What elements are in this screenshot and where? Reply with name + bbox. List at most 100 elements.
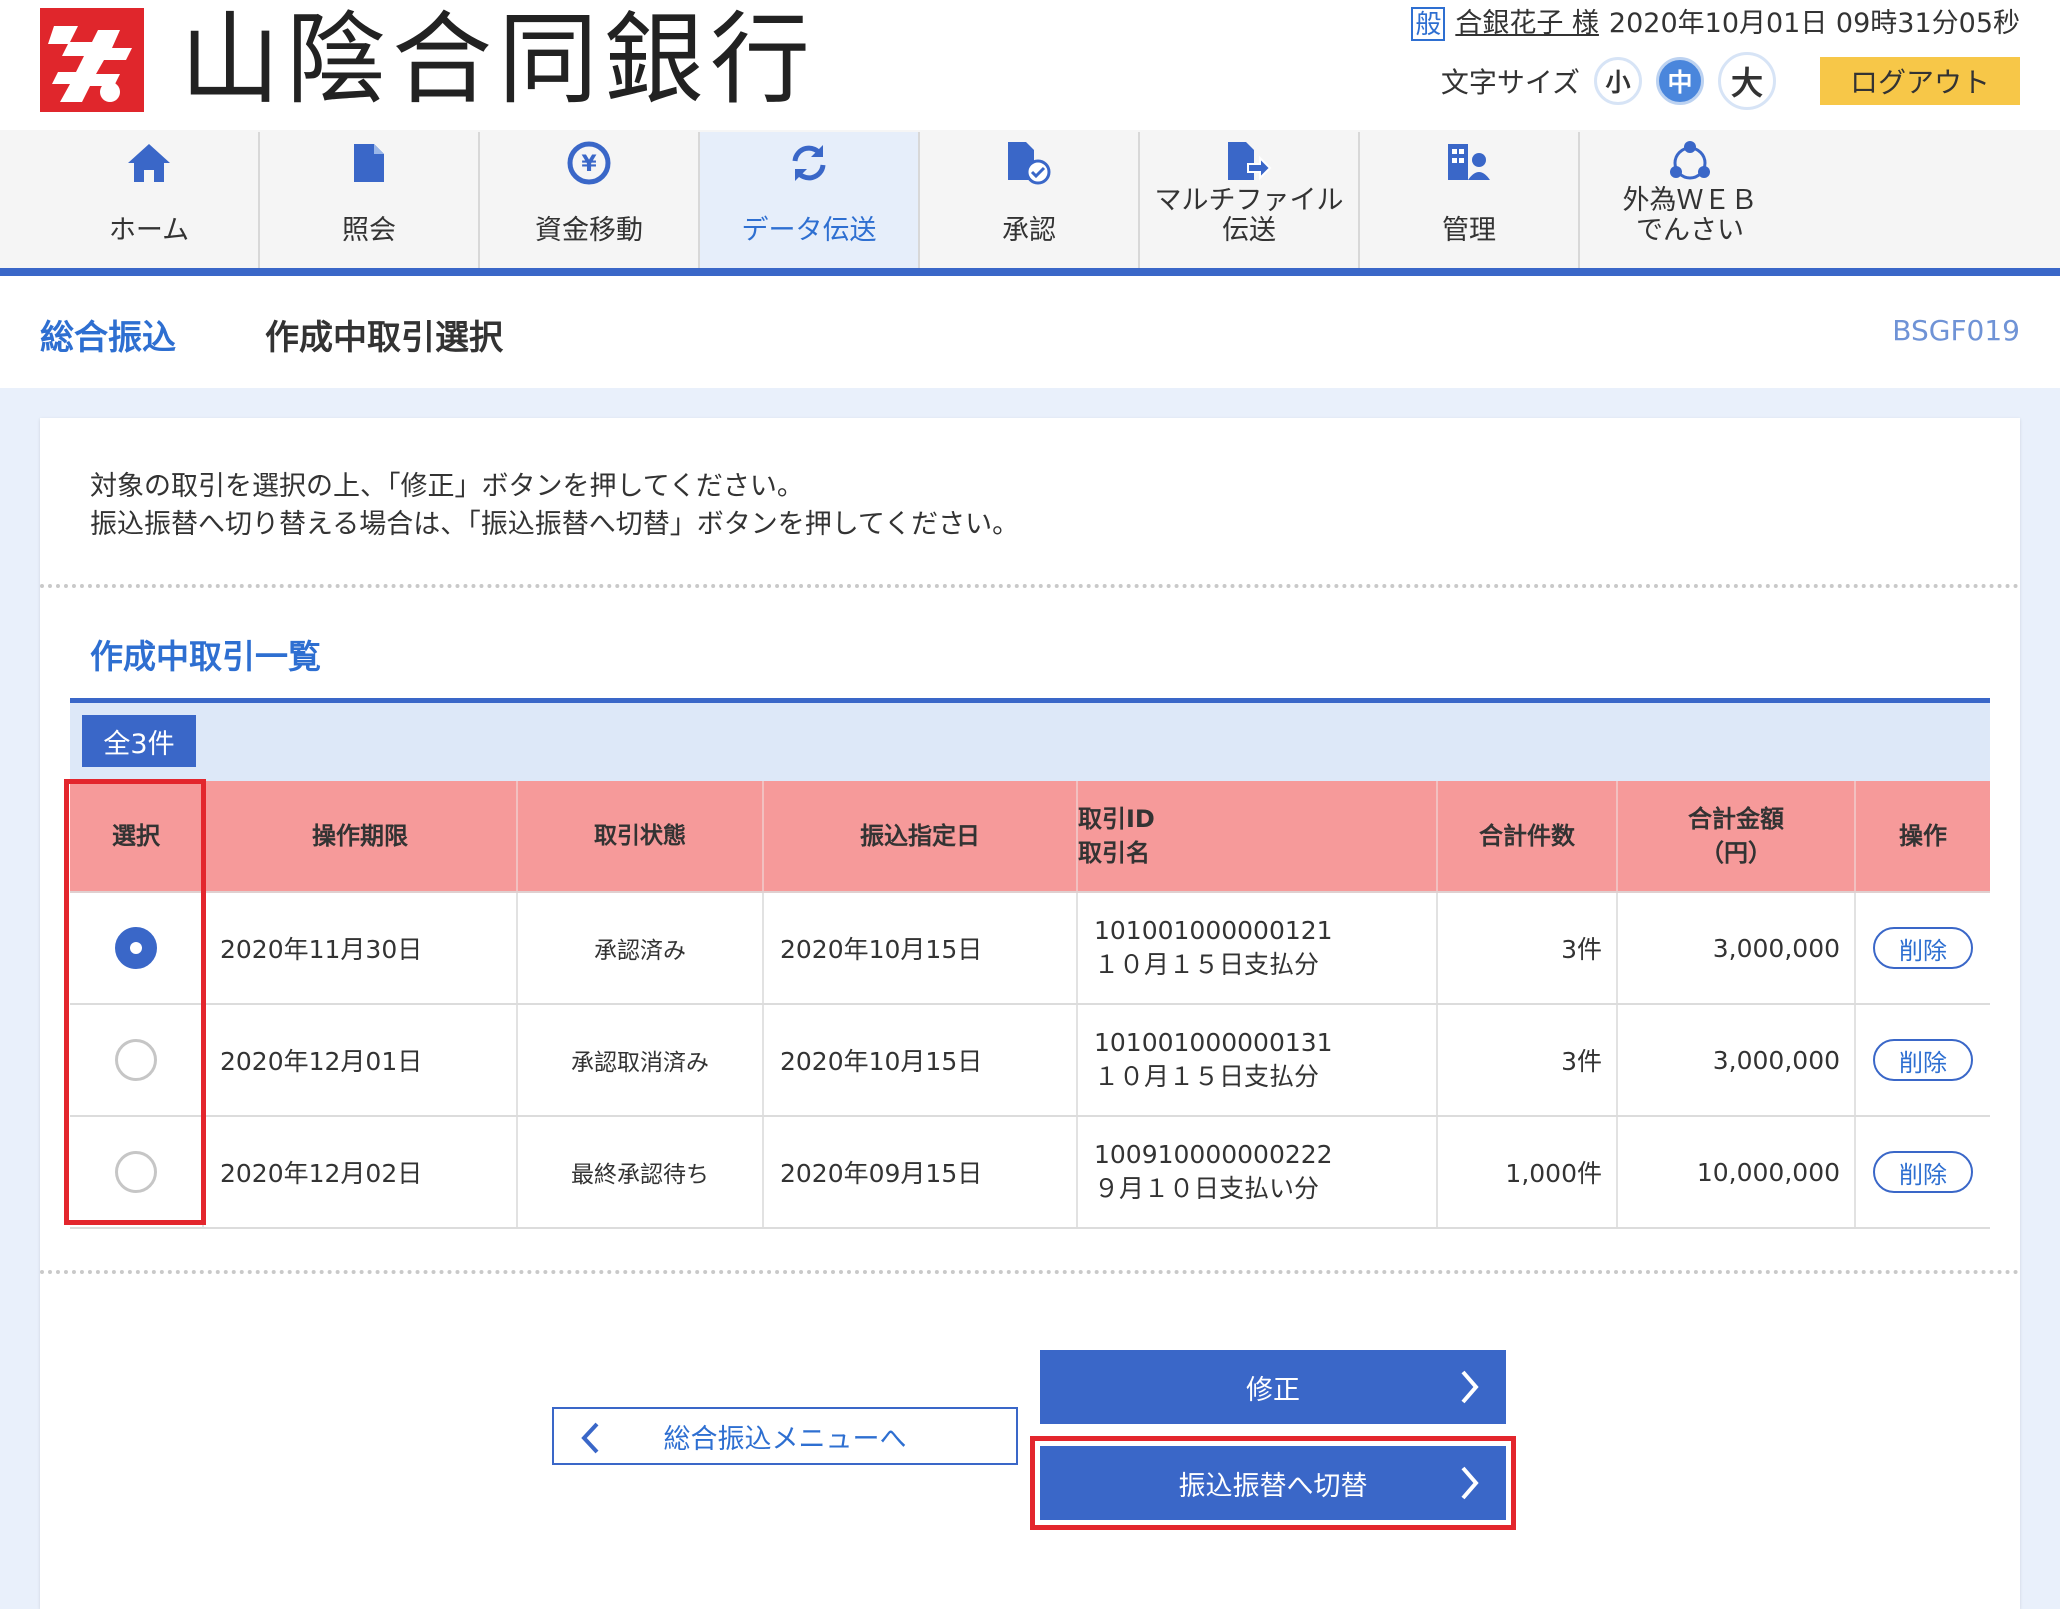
screen-code: BSGF019 <box>1892 314 2020 347</box>
yen-transfer-icon: ¥ <box>565 138 613 188</box>
action-cell: 削除 <box>1856 893 1990 1003</box>
font-size-controls: 文字サイズ 小 中 大 ログアウト <box>1441 52 2020 110</box>
action-cell: 削除 <box>1856 1005 1990 1115</box>
font-size-medium-button[interactable]: 中 <box>1656 57 1704 105</box>
column-header-deadline: 操作期限 <box>204 781 518 891</box>
document-icon <box>352 138 386 188</box>
network-icon <box>1667 138 1713 188</box>
font-size-large-button[interactable]: 大 <box>1718 52 1776 110</box>
total-count-badge: 全3件 <box>82 715 196 767</box>
action-cell: 削除 <box>1856 1117 1990 1227</box>
id-cell: 101001000000121 １０月１５日支払分 <box>1078 893 1438 1003</box>
nav-label: 管理 <box>1442 215 1496 246</box>
global-nav: ホーム 照会 ¥ 資金移動 データ伝送 承認 マルチファイル 伝送 管理 外為Ｗ… <box>40 132 2020 268</box>
bank-logo-icon <box>40 8 144 112</box>
nav-item-fund-transfer[interactable]: ¥ 資金移動 <box>480 132 700 268</box>
file-send-icon <box>1226 138 1272 188</box>
nav-label: データ伝送 <box>741 215 877 246</box>
content-card: 対象の取引を選択の上、「修正」ボタンを押してください。 振込振替へ切り替える場合… <box>40 418 2020 1609</box>
amount-cell: 10,000,000 <box>1618 1117 1856 1227</box>
logout-button[interactable]: ログアウト <box>1820 57 2020 105</box>
count-cell: 3件 <box>1438 1005 1618 1115</box>
table-row: 2020年11月30日 承認済み 2020年10月15日 10100100000… <box>70 893 1990 1005</box>
header: 山陰合同銀行 般 合銀花子 様 2020年10月01日 09時31分05秒 文字… <box>0 0 2060 130</box>
column-header-amount: 合計金額 （円） <box>1618 781 1856 891</box>
date-cell: 2020年09月15日 <box>764 1117 1078 1227</box>
status-cell: 最終承認待ち <box>518 1117 764 1227</box>
date-cell: 2020年10月15日 <box>764 1005 1078 1115</box>
status-cell: 承認済み <box>518 893 764 1003</box>
date-cell: 2020年10月15日 <box>764 893 1078 1003</box>
transaction-name: ９月１０日支払い分 <box>1094 1174 1320 1203</box>
nav-item-data-transmission[interactable]: データ伝送 <box>700 132 920 268</box>
transaction-id: 101001000000121 <box>1094 916 1333 945</box>
nav-item-approval[interactable]: 承認 <box>920 132 1140 268</box>
instruction-line: 対象の取引を選択の上、「修正」ボタンを押してください。 <box>90 471 804 502</box>
nav-item-home[interactable]: ホーム <box>40 132 260 268</box>
nav-item-admin[interactable]: 管理 <box>1360 132 1580 268</box>
divider <box>40 1270 2020 1274</box>
user-type-badge: 般 <box>1411 7 1446 41</box>
nav-label: 資金移動 <box>535 215 643 246</box>
nav-item-multi-file[interactable]: マルチファイル 伝送 <box>1140 132 1360 268</box>
column-header-date: 振込指定日 <box>764 781 1078 891</box>
table-row: 2020年12月01日 承認取消済み 2020年10月15日 101001000… <box>70 1005 1990 1117</box>
status-cell: 承認取消済み <box>518 1005 764 1115</box>
font-size-small-button[interactable]: 小 <box>1594 57 1642 105</box>
nav-label: 承認 <box>1002 215 1056 246</box>
page-title: 作成中取引選択 <box>265 318 503 358</box>
deadline-cell: 2020年12月01日 <box>204 1005 518 1115</box>
nav-label: 外為ＷＥＢ でんさい <box>1622 185 1758 246</box>
row-select-radio[interactable] <box>115 1039 157 1081</box>
column-header-count: 合計件数 <box>1438 781 1618 891</box>
header-line: （円） <box>1700 839 1772 867</box>
row-select-radio[interactable] <box>115 1151 157 1193</box>
count-cell: 3件 <box>1438 893 1618 1003</box>
amount-cell: 3,000,000 <box>1618 1005 1856 1115</box>
page-category: 総合振込 <box>40 318 176 358</box>
header-line: 取引ID <box>1078 805 1155 833</box>
nav-item-forex-densai[interactable]: 外為ＷＥＢ でんさい <box>1580 132 1800 268</box>
user-name-link[interactable]: 合銀花子 様 <box>1455 6 1599 42</box>
delete-button[interactable]: 削除 <box>1873 1039 1973 1081</box>
nav-label: マルチファイル 伝送 <box>1154 185 1344 246</box>
delete-button[interactable]: 削除 <box>1873 1151 1973 1193</box>
column-header-select: 選択 <box>70 781 204 891</box>
id-cell: 100910000000222 ９月１０日支払い分 <box>1078 1117 1438 1227</box>
page-header: 総合振込 作成中取引選択 BSGF019 <box>0 276 2060 388</box>
deadline-cell: 2020年12月02日 <box>204 1117 518 1227</box>
transaction-id: 101001000000131 <box>1094 1028 1333 1057</box>
delete-button[interactable]: 削除 <box>1873 927 1973 969</box>
table-row: 2020年12月02日 最終承認待ち 2020年09月15日 100910000… <box>70 1117 1990 1229</box>
instruction-line: 振込振替へ切り替える場合は、「振込振替へ切替」ボタンを押してください。 <box>90 509 1020 540</box>
transaction-id: 100910000000222 <box>1094 1140 1333 1169</box>
count-bar: 全3件 <box>70 703 1990 781</box>
table-header: 選択 操作期限 取引状態 振込指定日 取引ID 取引名 合計件数 合計金額 （円… <box>70 781 1990 893</box>
column-header-action: 操作 <box>1899 822 1947 850</box>
back-to-menu-button[interactable]: 総合振込メニューへ <box>552 1407 1018 1465</box>
deadline-cell: 2020年11月30日 <box>204 893 518 1003</box>
switch-button-highlight <box>1030 1436 1516 1530</box>
edit-button[interactable]: 修正 <box>1040 1350 1506 1424</box>
select-cell <box>70 1005 204 1115</box>
nav-divider <box>0 268 2060 276</box>
instruction-text: 対象の取引を選択の上、「修正」ボタンを押してください。 振込振替へ切り替える場合… <box>90 468 1019 544</box>
home-icon <box>126 138 172 188</box>
column-header-id: 取引ID 取引名 <box>1078 781 1438 891</box>
chevron-left-icon <box>580 1421 600 1462</box>
bank-name: 山陰合同銀行 <box>180 1 816 118</box>
nav-label: ホーム <box>108 215 190 246</box>
refresh-icon <box>787 138 831 188</box>
admin-icon <box>1446 138 1492 188</box>
nav-item-inquiry[interactable]: 照会 <box>260 132 480 268</box>
select-cell <box>70 893 204 1003</box>
row-select-radio[interactable] <box>115 927 157 969</box>
section-title: 作成中取引一覧 <box>90 637 321 676</box>
chevron-right-icon <box>1460 1369 1480 1412</box>
amount-cell: 3,000,000 <box>1618 893 1856 1003</box>
header-line: 合計金額 <box>1688 805 1784 833</box>
divider <box>40 584 2020 588</box>
user-info: 般 合銀花子 様 2020年10月01日 09時31分05秒 <box>1411 6 2020 42</box>
back-button-label: 総合振込メニューへ <box>663 1423 907 1455</box>
login-datetime: 2020年10月01日 09時31分05秒 <box>1608 8 2020 39</box>
